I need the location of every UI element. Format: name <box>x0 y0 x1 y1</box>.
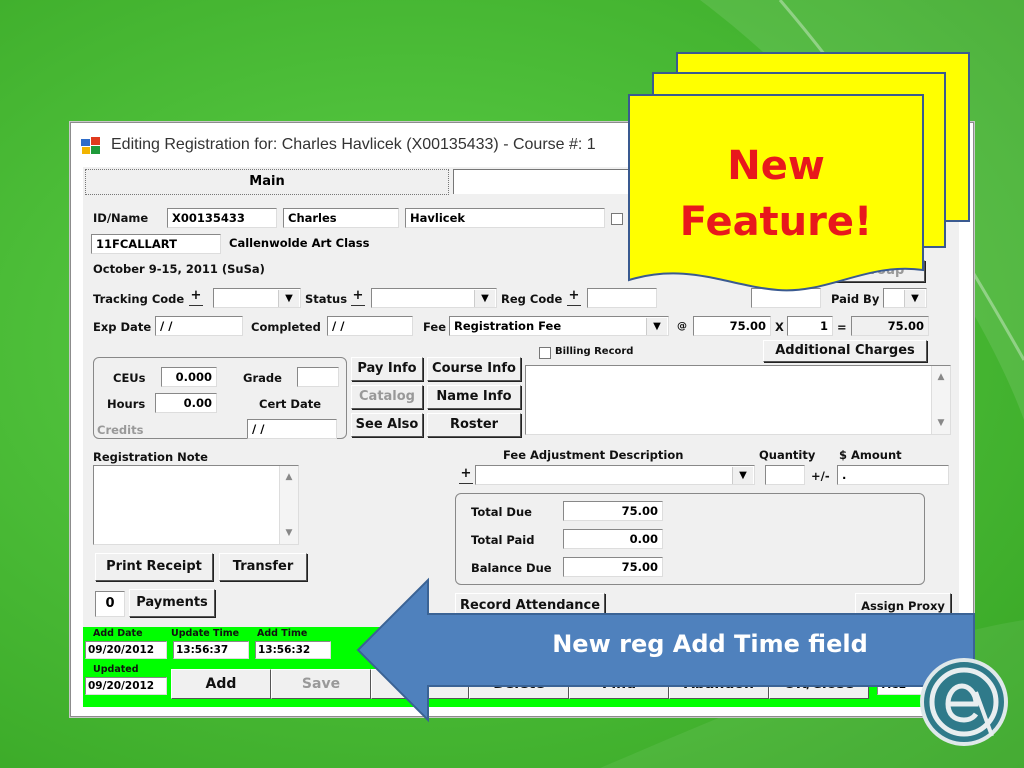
callout-arrow-text: New reg Add Time field <box>552 630 868 658</box>
company-logo-icon <box>920 658 1008 746</box>
